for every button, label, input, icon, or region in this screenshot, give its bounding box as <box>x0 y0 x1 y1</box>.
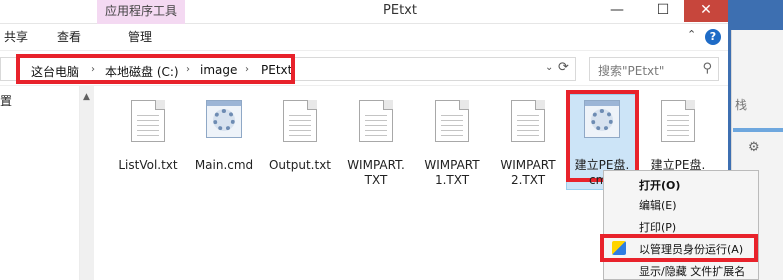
tab-view[interactable]: 查看 <box>57 28 81 45</box>
explorer-window: 应用程序工具 PEtxt — ☐ ✕ 栈 ⚙ 共享 查看 管理 ⌃ ? 这台电脑… <box>0 0 783 280</box>
menu-item-open[interactable]: 打开(O) <box>639 177 680 193</box>
context-menu: 打开(O) 编辑(E) 打印(P) 以管理员身份运行(A) 显示/隐藏 文件扩展… <box>603 170 759 280</box>
help-icon[interactable]: ? <box>705 29 721 45</box>
file-item[interactable]: Output.txt <box>262 96 338 186</box>
ribbon-tabs: 共享 查看 管理 <box>0 24 728 50</box>
cmd-file-icon <box>206 100 242 138</box>
text-file-icon <box>283 100 317 142</box>
nav-item[interactable]: 置 <box>0 92 12 109</box>
menu-item-edit[interactable]: 编辑(E) <box>639 197 677 213</box>
navigation-pane: 置 <box>0 86 80 280</box>
menu-item-toggle-extensions[interactable]: 显示/隐藏 文件扩展名 <box>639 263 745 279</box>
background-window-text: 栈 <box>735 98 748 112</box>
search-box[interactable]: 搜索"PEtxt" ⚲ <box>589 57 719 81</box>
tab-share[interactable]: 共享 <box>4 28 28 45</box>
file-name: WIMPART 2.TXT <box>500 158 556 187</box>
search-input[interactable]: 搜索"PEtxt" <box>598 62 664 79</box>
scroll-up-icon[interactable]: ▲ <box>83 92 90 102</box>
file-item[interactable]: WIMPART 2.TXT <box>490 96 566 187</box>
file-item[interactable]: WIMPART 1.TXT <box>414 96 490 187</box>
contextual-tab-app-tools[interactable]: 应用程序工具 <box>97 0 185 24</box>
text-file-icon <box>359 100 393 142</box>
file-name: Main.cmd <box>194 158 254 172</box>
minimize-button[interactable]: — <box>594 0 640 22</box>
tab-manage[interactable]: 管理 <box>128 28 152 45</box>
gear-icon: ⚙ <box>748 140 760 155</box>
file-item[interactable]: WIMPART. TXT <box>338 96 414 187</box>
address-highlight-box <box>16 54 295 84</box>
text-file-icon <box>511 100 545 142</box>
menu-item-print[interactable]: 打印(P) <box>639 219 676 235</box>
search-icon[interactable]: ⚲ <box>702 61 712 76</box>
ribbon-collapse-chevron-icon[interactable]: ⌃ <box>687 28 696 41</box>
file-name: ListVol.txt <box>118 158 178 172</box>
refresh-icon[interactable]: ⟳ <box>558 60 569 75</box>
run-as-admin-highlight-box <box>600 234 758 262</box>
window-title: PEtxt <box>383 3 417 18</box>
text-file-icon <box>131 100 165 142</box>
file-name: Output.txt <box>268 158 331 172</box>
close-button[interactable]: ✕ <box>684 0 728 22</box>
file-name: WIMPART 1.TXT <box>424 158 480 187</box>
file-item[interactable]: ListVol.txt <box>110 96 186 186</box>
nav-scrollbar[interactable] <box>80 86 94 280</box>
file-item[interactable]: Main.cmd <box>186 96 262 186</box>
text-file-icon <box>661 100 695 142</box>
background-window-bar <box>733 128 783 132</box>
cmd-file-icon <box>584 100 620 138</box>
address-row: 这台电脑 › 本地磁盘 (C:) › image › PEtxt ⌄ ⟳ 搜索"… <box>0 50 728 86</box>
maximize-button[interactable]: ☐ <box>640 0 686 22</box>
file-name: WIMPART. TXT <box>347 158 405 187</box>
text-file-icon <box>435 100 469 142</box>
title-bar: 应用程序工具 PEtxt — ☐ ✕ <box>0 0 783 24</box>
address-dropdown-icon[interactable]: ⌄ <box>545 62 553 73</box>
